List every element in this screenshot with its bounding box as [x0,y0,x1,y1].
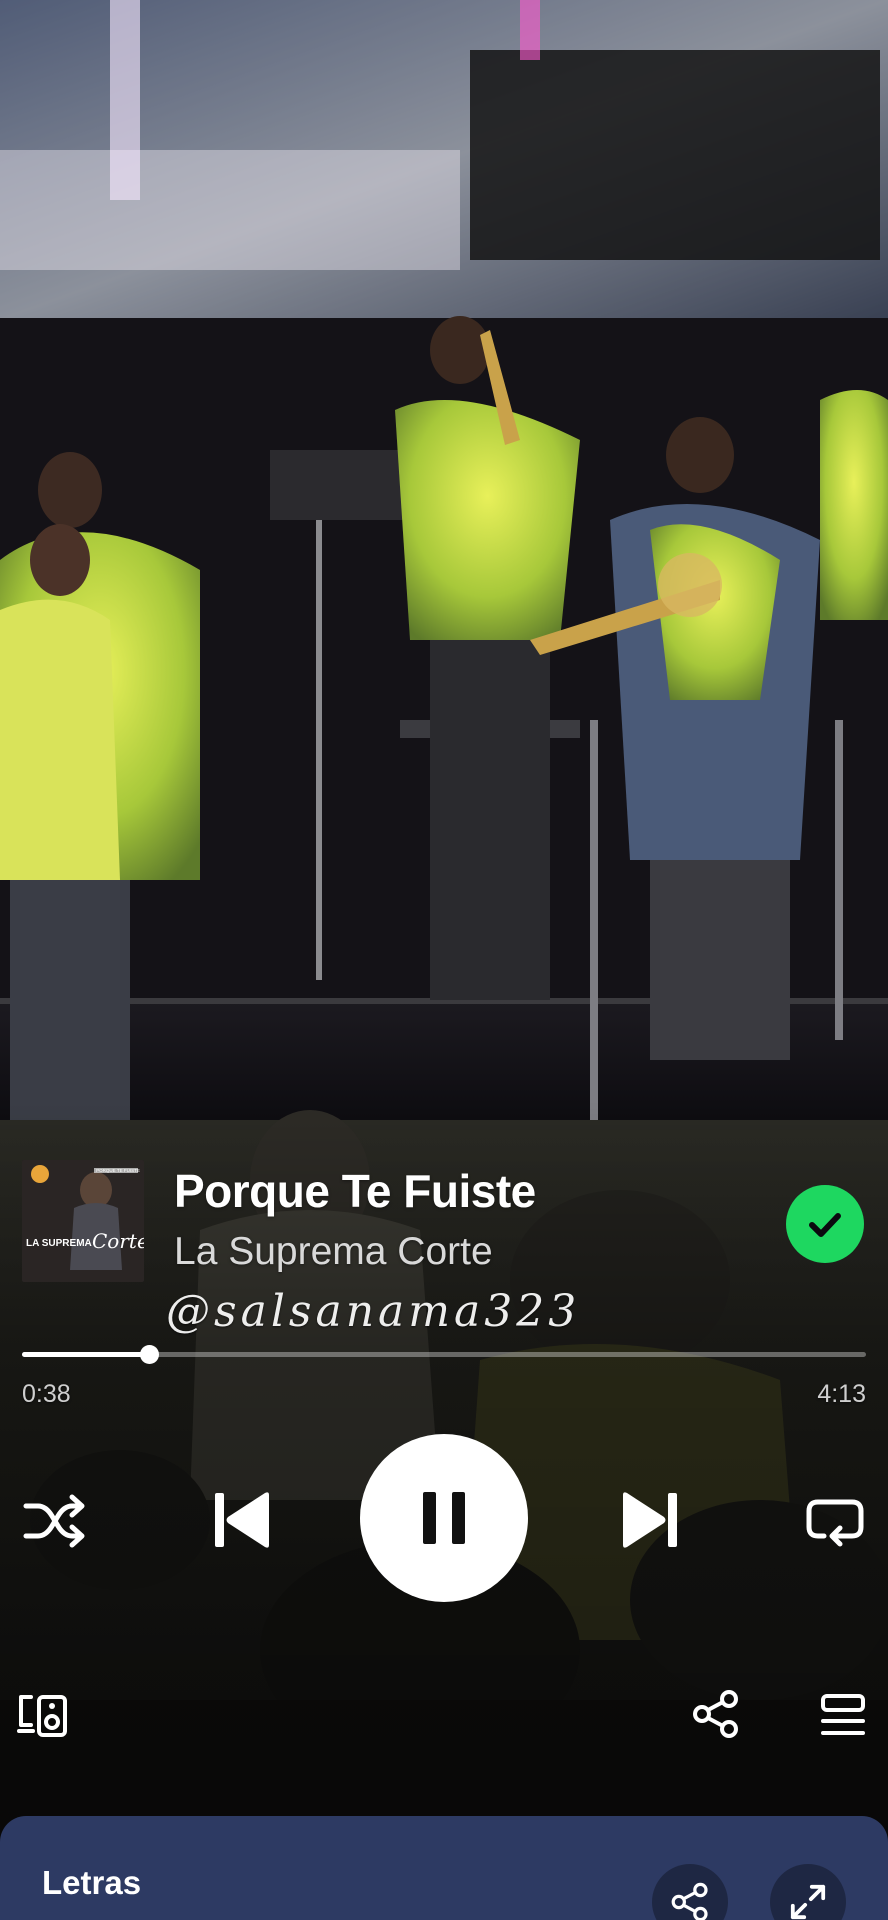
album-art-script: Corte [92,1229,144,1253]
track-title[interactable]: Porque Te Fuiste [174,1164,536,1218]
progress-fill [22,1352,149,1357]
next-track-button[interactable] [614,1484,686,1556]
devices-icon [17,1695,67,1737]
track-artist[interactable]: La Suprema Corte [174,1230,493,1274]
lyrics-title: Letras [42,1864,142,1901]
repeat-icon [806,1499,864,1547]
shuffle-button[interactable] [18,1488,90,1552]
queue-button[interactable] [814,1688,872,1742]
shuffle-icon [23,1494,85,1548]
connect-devices-button[interactable] [14,1686,72,1744]
play-pause-button[interactable] [360,1434,528,1602]
skip-previous-icon [215,1492,269,1548]
previous-track-button[interactable] [206,1484,278,1556]
album-art-small-text: PORQUE TE FUISTE [96,1168,140,1173]
watermark-text: @salsanama323 [166,1286,581,1337]
total-time: 4:13 [817,1380,866,1408]
progress-bar[interactable] [22,1345,866,1364]
repeat-button[interactable] [800,1488,870,1552]
skip-next-icon [623,1492,677,1548]
share-icon [671,1882,708,1920]
now-playing-screen: PORQUE TE FUISTE LA SUPREMA Corte Porque… [0,0,888,1920]
pause-icon [423,1492,465,1544]
album-art-text: LA SUPREMA [26,1238,92,1249]
album-art[interactable]: PORQUE TE FUISTE LA SUPREMA Corte [22,1160,144,1282]
elapsed-time: 0:38 [22,1380,71,1408]
check-icon [809,1213,841,1237]
share-button[interactable] [688,1686,744,1742]
share-icon [693,1690,738,1738]
saved-to-library-button[interactable] [786,1185,864,1263]
queue-icon [821,1694,865,1735]
expand-icon [790,1884,826,1920]
progress-thumb[interactable] [139,1345,159,1364]
